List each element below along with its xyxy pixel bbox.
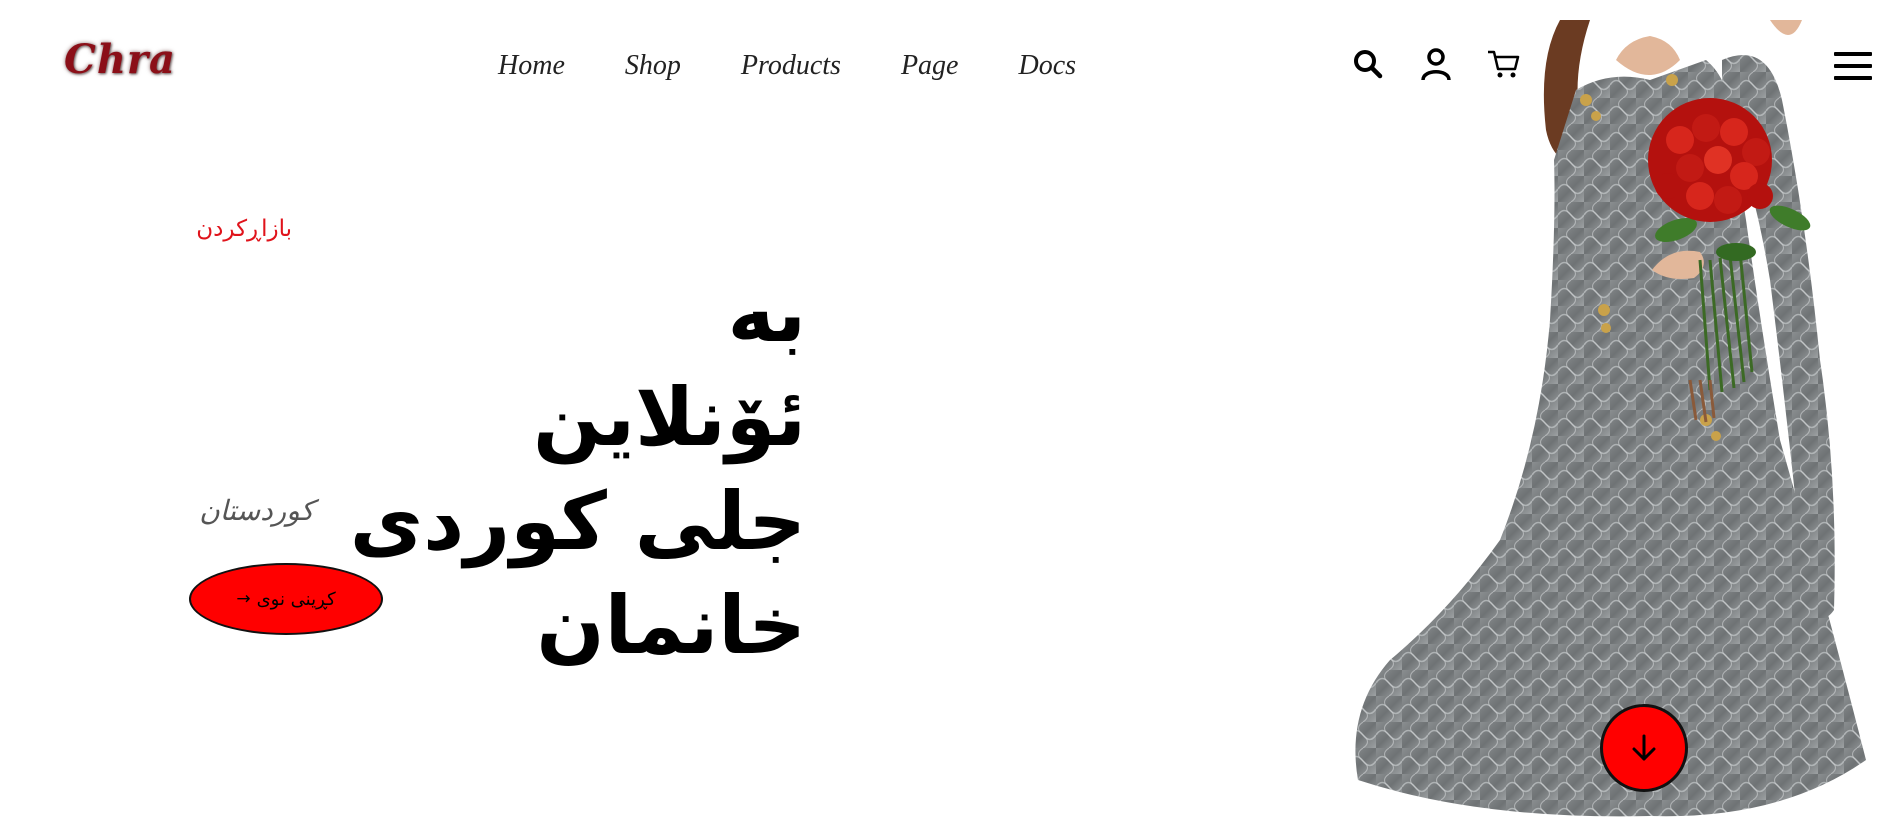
arrow-down-icon — [1632, 734, 1656, 761]
scroll-down-button[interactable] — [1600, 704, 1688, 792]
hero-eyebrow: بازاڕکردن — [196, 216, 292, 242]
shop-now-label: کڕینی نوی — [256, 588, 336, 610]
logo[interactable]: Chra — [64, 36, 176, 83]
hero-subtitle: کوردستان — [199, 494, 314, 527]
nav-products[interactable]: Products — [741, 50, 841, 82]
nav-shop[interactable]: Shop — [625, 50, 681, 82]
hero-dress-image — [1350, 20, 1876, 820]
arrow-right-icon: → — [236, 589, 251, 609]
hero-headline-line1: به ئۆنلاین — [532, 267, 806, 464]
main-nav: Home Shop Products Page Docs — [498, 50, 1136, 82]
shop-now-button[interactable]: → کڕینی نوی — [189, 563, 383, 635]
nav-page[interactable]: Page — [901, 50, 959, 82]
nav-docs[interactable]: Docs — [1018, 50, 1076, 82]
menu-icon[interactable] — [1834, 52, 1872, 82]
nav-home[interactable]: Home — [498, 50, 565, 82]
